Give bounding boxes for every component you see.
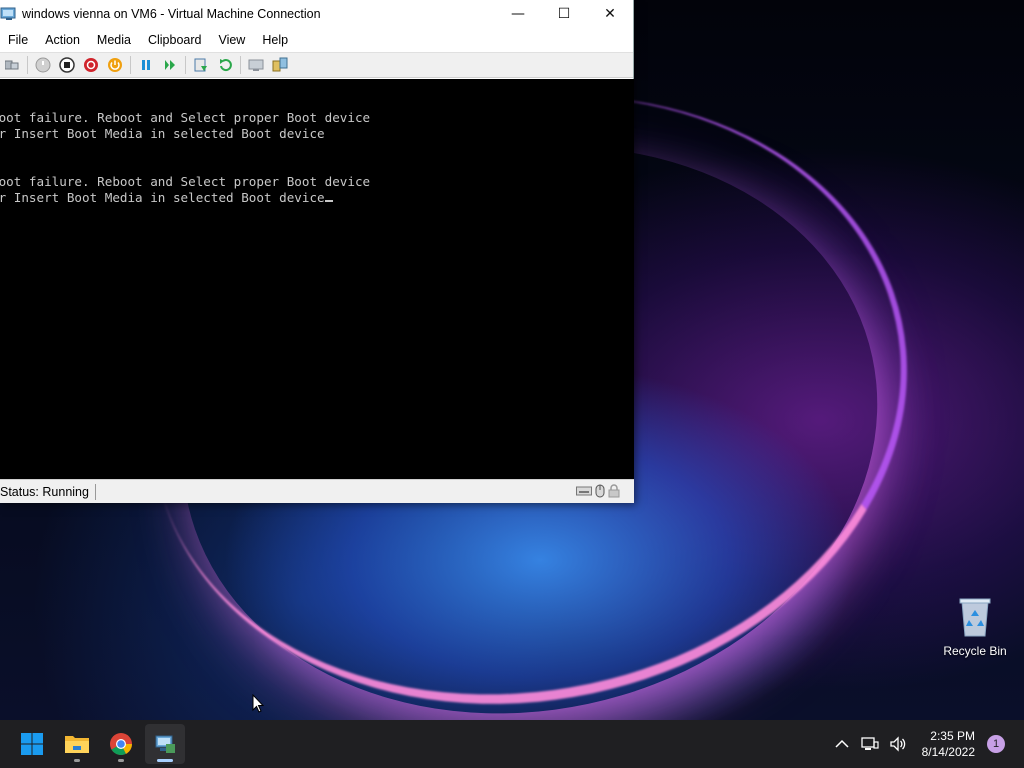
file-explorer-button[interactable] xyxy=(57,724,97,764)
console-output: Boot failure. Reboot and Select proper B… xyxy=(0,110,634,206)
start-button[interactable] xyxy=(12,724,52,764)
text-cursor xyxy=(324,190,333,202)
menu-media[interactable]: Media xyxy=(88,33,139,47)
menu-clipboard[interactable]: Clipboard xyxy=(139,33,210,47)
toolbar-separator xyxy=(240,56,241,74)
vm-connection-app-icon xyxy=(0,6,18,22)
chrome-icon xyxy=(110,733,132,755)
menu-view[interactable]: View xyxy=(209,33,253,47)
minimize-button[interactable]: — xyxy=(495,0,541,28)
system-tray: 2:35 PM 8/14/2022 1 xyxy=(828,720,1024,768)
status-bar: Status: Running xyxy=(0,479,634,503)
status-text: Status: Running xyxy=(0,483,96,500)
save-icon[interactable] xyxy=(106,56,124,74)
mouse-pointer-icon xyxy=(252,693,265,718)
close-icon: ✕ xyxy=(604,6,616,22)
vm-connection-window[interactable]: windows vienna on VM6 - Virtual Machine … xyxy=(0,0,634,503)
vm-connection-icon xyxy=(155,735,175,753)
keyboard-icon xyxy=(576,485,592,500)
maximize-button[interactable]: ☐ xyxy=(541,0,587,28)
console-line: Boot failure. Reboot and Select proper B… xyxy=(0,110,371,125)
maximize-icon: ☐ xyxy=(557,6,571,22)
taskbar: 2:35 PM 8/14/2022 1 xyxy=(0,720,1024,768)
resume-icon[interactable] xyxy=(161,56,179,74)
close-button[interactable]: ✕ xyxy=(587,0,633,28)
start-icon[interactable] xyxy=(34,56,52,74)
recycle-bin-icon xyxy=(957,596,993,638)
toolbar-separator xyxy=(130,56,131,74)
console-line: or Insert Boot Media in selected Boot de… xyxy=(0,126,325,141)
console-line: Boot failure. Reboot and Select proper B… xyxy=(0,174,371,189)
lock-icon xyxy=(608,484,620,501)
toolbar-separator xyxy=(185,56,186,74)
menu-help[interactable]: Help xyxy=(253,33,296,47)
active-indicator xyxy=(157,759,173,762)
notification-badge[interactable]: 1 xyxy=(987,735,1005,753)
windows-start-icon xyxy=(21,733,43,755)
vm-console-screen[interactable]: Boot failure. Reboot and Select proper B… xyxy=(0,79,634,479)
clock-time: 2:35 PM xyxy=(930,729,975,743)
menu-file[interactable]: File xyxy=(0,33,36,47)
mouse-icon xyxy=(595,484,605,501)
pause-icon[interactable] xyxy=(137,56,155,74)
vm-connection-taskbar-button[interactable] xyxy=(145,724,185,764)
enhanced-session-icon[interactable] xyxy=(247,56,265,74)
ctrl-alt-del-icon[interactable] xyxy=(3,56,21,74)
clock[interactable]: 2:35 PM 8/14/2022 xyxy=(922,728,975,760)
recycle-bin-label: Recycle Bin xyxy=(943,644,1007,658)
turn-off-icon[interactable] xyxy=(58,56,76,74)
title-bar[interactable]: windows vienna on VM6 - Virtual Machine … xyxy=(0,0,633,28)
volume-icon[interactable] xyxy=(886,732,910,756)
share-icon[interactable] xyxy=(271,56,289,74)
menu-action[interactable]: Action xyxy=(36,33,88,47)
show-hidden-icons-chevron-icon[interactable] xyxy=(830,732,854,756)
shut-down-icon[interactable] xyxy=(82,56,100,74)
revert-icon[interactable] xyxy=(216,56,234,74)
chrome-button[interactable] xyxy=(101,724,141,764)
network-icon[interactable] xyxy=(858,732,882,756)
toolbar xyxy=(0,52,633,78)
running-indicator xyxy=(74,759,80,762)
menu-bar: File Action Media Clipboard View Help xyxy=(0,28,633,52)
recycle-bin[interactable]: Recycle Bin xyxy=(940,596,1010,666)
console-line: or Insert Boot Media in selected Boot de… xyxy=(0,190,325,205)
checkpoint-icon[interactable] xyxy=(192,56,210,74)
window-title: windows vienna on VM6 - Virtual Machine … xyxy=(22,7,321,21)
minimize-icon: — xyxy=(511,6,525,22)
toolbar-separator xyxy=(27,56,28,74)
running-indicator xyxy=(118,759,124,762)
file-explorer-icon xyxy=(65,736,89,753)
clock-date: 8/14/2022 xyxy=(921,745,975,759)
